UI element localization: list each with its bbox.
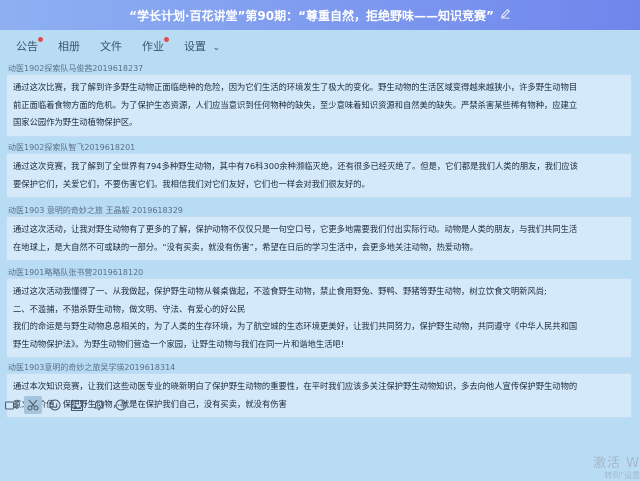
message-list[interactable]: 动医1902探索队马俊茜2019618237 通过这次比赛，我了解到许多野生动物… <box>0 62 640 422</box>
group-tabs: 公告 相册 文件 作业 设置 ⌄ <box>0 30 640 62</box>
sender-name: 动医1902探索队智飞2019618201 <box>8 143 136 152</box>
pencil-icon[interactable] <box>500 8 511 22</box>
message-line: 前正面临着食物方面的危机。为了保护生态资源，人们应当意识到任何物种的缺失，至少意… <box>13 99 578 110</box>
message-line: 国家公园作为野生动植物保护区。 <box>13 117 138 127</box>
chevron-down-icon: ⌄ <box>212 43 221 53</box>
image-icon[interactable] <box>68 396 86 414</box>
message-line: 在地球上，是大自然不可或缺的一部分。“没有买卖，就没有伤害”，希望在日后的学习生… <box>13 241 478 252</box>
notification-dot <box>38 37 43 42</box>
message-bubble[interactable]: 通过这次活动我懂得了一、从我做起，保护野生动物从餐桌做起，不滥食野生动物，禁止食… <box>6 278 632 358</box>
chat-title: “学长计划·百花讲堂”第90期：“尊重自然，拒绝野味——知识竞赛” <box>129 8 494 23</box>
tab-homework[interactable]: 作业 <box>142 37 169 54</box>
message-line: 要保护它们，关爱它们，不要伤害它们。我相信我们对它们友好，它们也一样会对我们很友… <box>13 178 370 189</box>
tab-label: 公告 <box>16 40 38 53</box>
sender-name: 动医1901略略队张书营2019618120 <box>8 268 144 277</box>
sender-name: 动医1903意明的奇妙之旅吴学瑛2019618314 <box>8 363 176 372</box>
emoji-icon[interactable] <box>46 396 64 414</box>
message-line: 野生动物保护法》。为野生动物们营造一个家园，让野生动物与我们在同一片和谐地生活吧… <box>13 338 345 349</box>
tab-label: 设置 <box>184 40 206 53</box>
message-line: 通过这次竞赛，我了解到了全世界有794多种野生动物，其中有76科300余种濒临灭… <box>13 161 578 171</box>
tab-label: 文件 <box>100 40 122 53</box>
tab-label: 相册 <box>58 40 80 53</box>
sender-name: 动医1903 意明的奇妙之旅 王晶毅 2019618329 <box>8 206 183 215</box>
video-icon[interactable] <box>2 396 20 414</box>
message-line: 通过本次知识竞赛，让我们这些动医专业的晓新明白了保护野生动物的重要性，在平时我们… <box>13 381 578 391</box>
chat-title-bar: “学长计划·百花讲堂”第90期：“尊重自然，拒绝野味——知识竞赛” <box>0 0 640 30</box>
input-toolbar <box>0 395 640 415</box>
message-line: 二、不滥捕，不猎杀野生动物，做文明、守法、有爱心的好公民 <box>13 303 246 314</box>
tab-label: 作业 <box>142 40 164 53</box>
tab-settings[interactable]: 设置 ⌄ <box>184 38 220 54</box>
message-line: 通过这次活动，让我对野生动物有了更多的了解，保护动物不仅仅只是一句空口号，它更多… <box>13 224 578 234</box>
tab-files[interactable]: 文件 <box>100 38 122 54</box>
message-line: 通过这次活动我懂得了一、从我做起，保护野生动物从餐桌做起，不滥食野生动物，禁止食… <box>13 286 547 296</box>
message-line: 通过这次比赛，我了解到许多野生动物正面临绝种的危险，因为它们生活的环境发生了极大… <box>13 82 578 92</box>
activation-watermark: 激活 W <box>593 456 640 471</box>
activation-watermark-hint: 转到"设置 <box>604 471 640 480</box>
tab-announcement[interactable]: 公告 <box>16 37 43 54</box>
more-icon[interactable] <box>112 396 130 414</box>
bell-icon[interactable] <box>90 396 108 414</box>
message-line: 我们的命运是与野生动物息息相关的，为了人类的生存环境，为了航空城的生态环境更美好… <box>13 321 578 331</box>
message-bubble[interactable]: 通过这次活动，让我对野生动物有了更多的了解，保护动物不仅仅只是一句空口号，它更多… <box>6 216 632 261</box>
sender-name: 动医1902探索队马俊茜2019618237 <box>8 64 144 73</box>
notification-dot <box>164 37 169 42</box>
scissors-icon[interactable] <box>24 396 42 414</box>
tab-album[interactable]: 相册 <box>58 38 80 54</box>
message-bubble[interactable]: 通过这次比赛，我了解到许多野生动物正面临绝种的危险，因为它们生活的环境发生了极大… <box>6 74 632 137</box>
message-bubble[interactable]: 通过这次竞赛，我了解到了全世界有794多种野生动物，其中有76科300余种濒临灭… <box>6 153 632 198</box>
